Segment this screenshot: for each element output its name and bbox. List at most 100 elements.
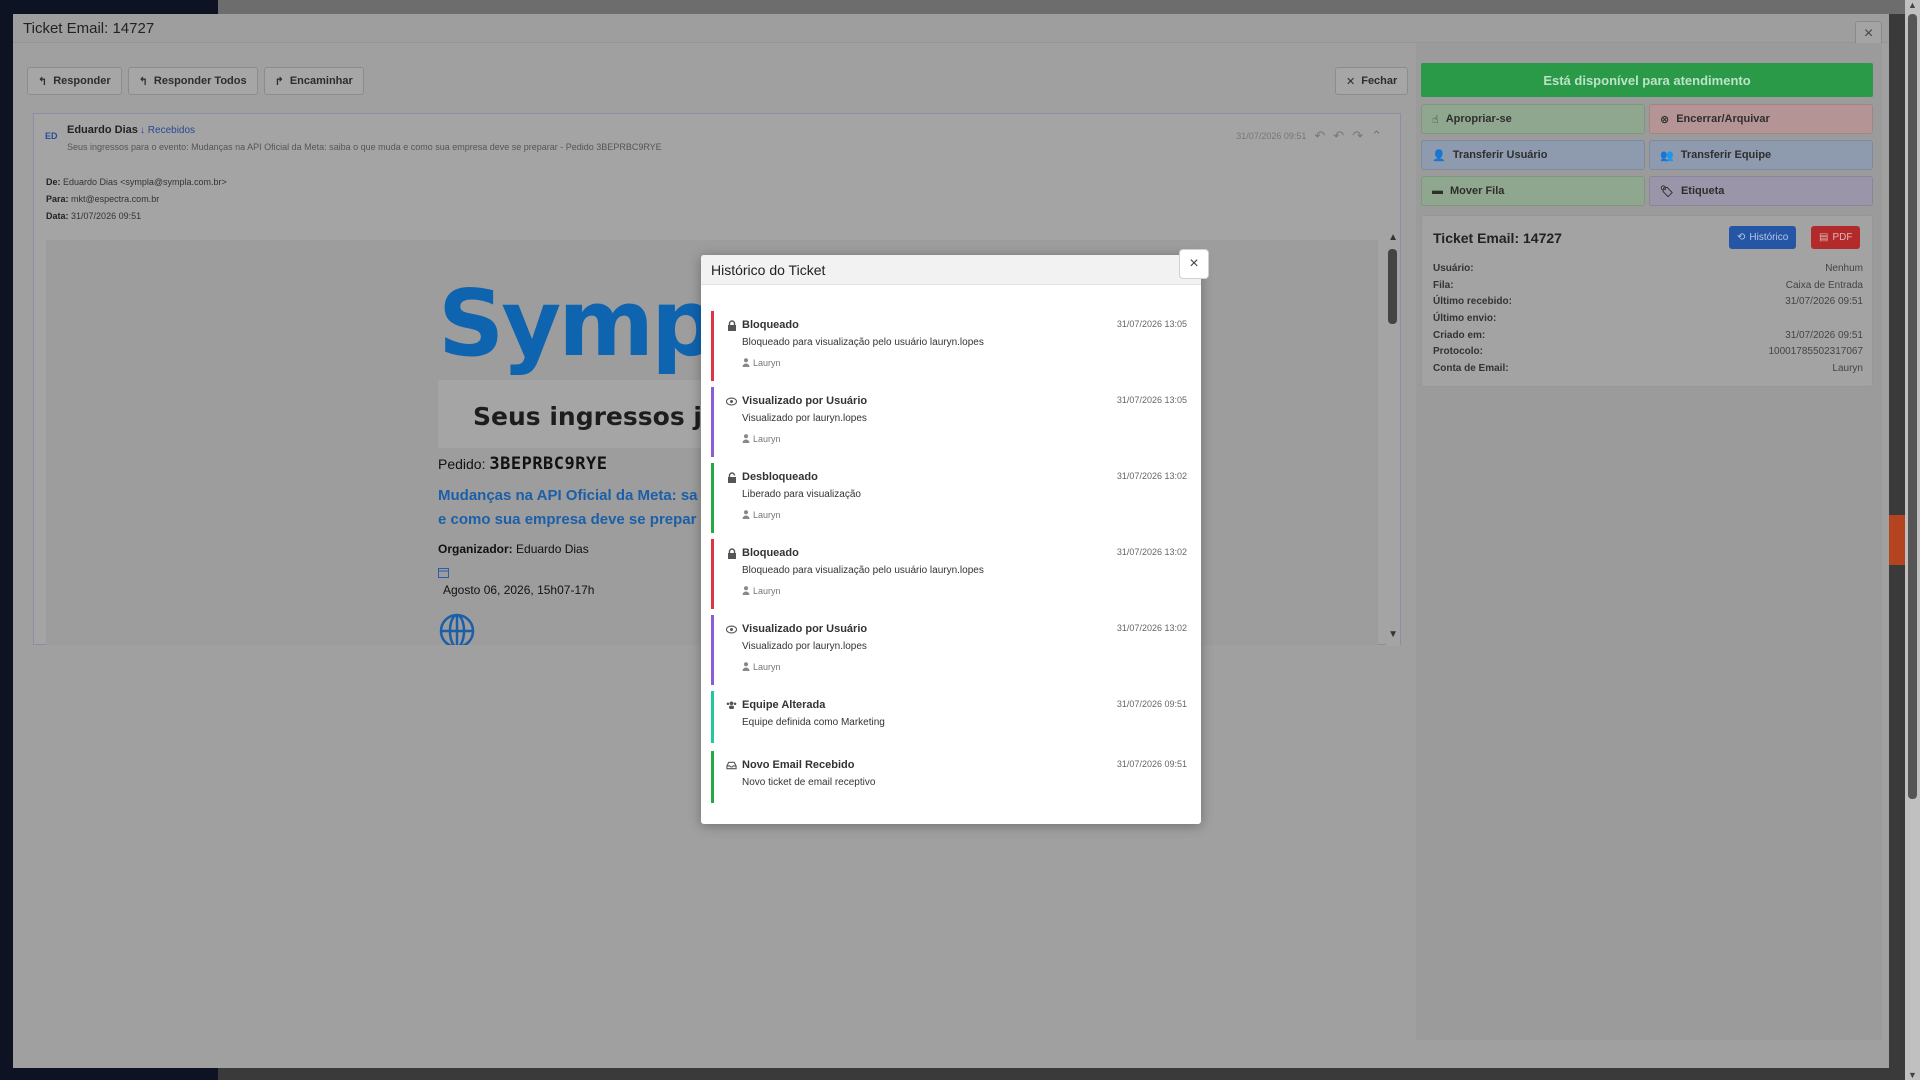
- history-item: Bloqueado 31/07/2026 13:05 Bloqueado para …: [711, 311, 1192, 381]
- to-value: mkt@espectra.com.br: [71, 194, 160, 204]
- user-icon: [742, 357, 750, 369]
- email-scroll-thumb[interactable]: [1388, 249, 1397, 324]
- history-item-user-name: Lauryn: [753, 586, 781, 596]
- scroll-up-icon[interactable]: ▲: [1388, 232, 1398, 243]
- transfer-team-label: Transferir Equipe: [1680, 149, 1772, 161]
- transfer-team-button[interactable]: 👥 Transferir Equipe: [1649, 140, 1873, 170]
- history-item-user: Lauryn: [742, 357, 1192, 369]
- reply-icon[interactable]: ↶: [1314, 128, 1325, 144]
- info-label: Conta de Email:: [1433, 363, 1509, 375]
- history-item-title: Bloqueado: [742, 547, 799, 559]
- eye-icon: [726, 396, 737, 407]
- background-floating-tab: [1888, 515, 1906, 565]
- scroll-down-icon[interactable]: ▼: [1388, 629, 1398, 640]
- chevron-up-icon[interactable]: ⌃: [1371, 128, 1382, 144]
- history-modal: Histórico do Ticket × Bloqueado 31/07/202…: [701, 249, 1209, 824]
- reply-icon: ↰: [38, 75, 48, 88]
- move-queue-label: Mover Fila: [1450, 185, 1505, 197]
- history-item-user: Lauryn: [742, 509, 1192, 521]
- reply-all-icon[interactable]: ↶: [1333, 128, 1344, 144]
- date-label: Data:: [46, 211, 69, 221]
- reply-label: Responder: [53, 75, 111, 87]
- background-topbar: [218, 0, 1920, 14]
- reply-all-icon: ↰: [138, 75, 148, 88]
- organizer-label: Organizador:: [438, 542, 513, 556]
- window-scroll-thumb[interactable]: [1908, 14, 1917, 799]
- from-label: De:: [46, 177, 61, 187]
- history-item-description: Equipe definida como Marketing: [742, 717, 885, 728]
- history-item-time: 31/07/2026 13:02: [1116, 623, 1187, 633]
- order-line: Pedido: 3BEPRBC9RYE: [438, 454, 607, 474]
- ticket-modal-title: Ticket Email: 14727: [23, 19, 155, 37]
- history-item: Bloqueado 31/07/2026 13:02 Bloqueado para …: [711, 539, 1192, 609]
- tag-label: Etiqueta: [1680, 185, 1725, 197]
- organizer-line: Organizador: Eduardo Dias: [438, 542, 589, 556]
- history-item-user: Lauryn: [742, 661, 1192, 673]
- email-timestamp: 31/07/2026 09:51: [1236, 131, 1307, 141]
- user-icon: [742, 509, 750, 521]
- history-item-time: 31/07/2026 13:05: [1116, 395, 1187, 405]
- history-item-description: Bloqueado para visualização pelo usuário…: [742, 337, 984, 348]
- forward-button[interactable]: ↱ Encaminhar: [263, 67, 364, 95]
- forward-label: Encaminhar: [289, 75, 353, 87]
- email-subject: Seus ingressos para o evento: Mudanças n…: [67, 142, 662, 152]
- info-value: 31/07/2026 09:51: [1785, 329, 1863, 341]
- arrow-down-icon: ↓: [140, 125, 145, 136]
- eye-icon: [726, 624, 737, 635]
- history-item-description: Bloqueado para visualização pelo usuário…: [742, 565, 984, 576]
- history-close-button[interactable]: ×: [1179, 249, 1209, 279]
- history-button[interactable]: ⟲ Histórico: [1729, 226, 1797, 249]
- forward-icon[interactable]: ↷: [1352, 128, 1363, 144]
- email-header-actions: 31/07/2026 09:51 ↶ ↶ ↷ ⌃: [1236, 128, 1382, 144]
- close-archive-button[interactable]: ⊗ Encerrar/Arquivar: [1649, 104, 1873, 134]
- window-scrollbar[interactable]: ▲ ▼: [1905, 0, 1920, 1080]
- claim-label: Apropriar-se: [1445, 113, 1512, 125]
- history-item-title: Novo Email Recebido: [742, 759, 855, 771]
- history-item-description: Visualizado por lauryn.lopes: [742, 413, 867, 424]
- user-icon: [742, 585, 750, 597]
- to-row: Para: mkt@espectra.com.br: [46, 191, 227, 208]
- pdf-button[interactable]: ▤ PDF: [1811, 226, 1861, 249]
- history-modal-header: Histórico do Ticket: [701, 255, 1201, 285]
- claim-button[interactable]: ☝ Apropriar-se: [1421, 104, 1645, 134]
- history-item-user: Lauryn: [742, 433, 1192, 445]
- reply-all-button[interactable]: ↰ Responder Todos: [127, 67, 258, 95]
- user-icon: [742, 661, 750, 673]
- history-item-description: Visualizado por lauryn.lopes: [742, 641, 867, 652]
- sender-avatar: ED: [45, 131, 58, 141]
- info-value: Caixa de Entrada: [1785, 279, 1863, 291]
- history-item-user-name: Lauryn: [753, 358, 781, 368]
- info-row-protocol: Protocolo: 10001785502317067: [1433, 346, 1863, 363]
- history-item: Equipe Alterada 31/07/2026 09:51 Equipe de…: [711, 691, 1192, 743]
- info-row-created: Criado em: 31/07/2026 09:51: [1433, 330, 1863, 347]
- ticket-info-title: Ticket Email: 14727: [1433, 230, 1562, 246]
- from-row: De: Eduardo Dias <sympla@sympla.com.br>: [46, 174, 227, 191]
- scroll-down-icon[interactable]: ▼: [1908, 1070, 1917, 1080]
- history-item-user-name: Lauryn: [753, 662, 781, 672]
- event-name-link[interactable]: Mudanças na API Oficial da Meta: sa e co…: [438, 484, 728, 532]
- close-email-button[interactable]: ✕ Fechar: [1335, 67, 1409, 95]
- move-queue-button[interactable]: ▬ Mover Fila: [1421, 176, 1645, 206]
- transfer-user-label: Transferir Usuário: [1452, 149, 1548, 161]
- history-item-title: Visualizado por Usuário: [742, 395, 868, 407]
- reply-button[interactable]: ↰ Responder: [27, 67, 122, 95]
- info-row-user: Usuário: Nenhum: [1433, 263, 1863, 280]
- info-row-email-account: Conta de Email: Lauryn: [1433, 363, 1863, 380]
- date-value: 31/07/2026 09:51: [71, 211, 142, 221]
- folder-icon: ▬: [1432, 185, 1443, 197]
- calendar-icon: [438, 567, 449, 581]
- history-item-time: 31/07/2026 09:51: [1116, 759, 1187, 769]
- file-pdf-icon: ▤: [1819, 232, 1829, 243]
- close-icon: ✕: [1346, 75, 1356, 88]
- email-card-title: Seus ingressos já: [473, 402, 719, 431]
- info-row-last-sent: Último envio:: [1433, 313, 1863, 330]
- transfer-user-button[interactable]: 👤 Transferir Usuário: [1421, 140, 1645, 170]
- email-header[interactable]: ED Eduardo Dias ↓ Recebidos Seus ingress…: [34, 114, 1400, 162]
- scroll-up-icon[interactable]: ▲: [1908, 0, 1917, 10]
- email-toolbar: ↰ Responder ↰ Responder Todos ↱ Encaminh…: [27, 67, 364, 95]
- history-item-description: Liberado para visualização: [742, 489, 861, 500]
- user-icon: [742, 433, 750, 445]
- history-item: Visualizado por Usuário 31/07/2026 13:02 V…: [711, 615, 1192, 685]
- tag-button[interactable]: 🏷 Etiqueta: [1649, 176, 1873, 206]
- availability-button[interactable]: Está disponível para atendimento: [1421, 63, 1873, 97]
